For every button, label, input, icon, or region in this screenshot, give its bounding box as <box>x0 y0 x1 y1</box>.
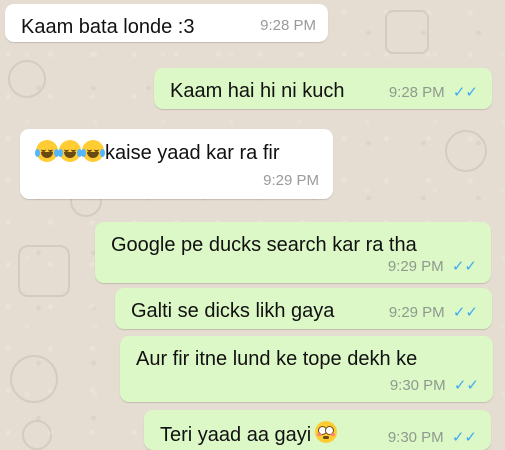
message-time: 9:30 PM <box>389 377 446 394</box>
outgoing-message-bubble[interactable]: Teri yaad aa gayi 9:30 PM ✓✓ <box>144 410 491 450</box>
read-receipt-double-tick-icon: ✓✓ <box>452 84 478 101</box>
message-time: 9:28 PM <box>260 17 316 34</box>
wallpaper-doodle-icon <box>18 245 70 297</box>
message-time: 9:29 PM <box>387 258 444 275</box>
message-text: Google pe ducks search kar ra tha <box>111 234 417 256</box>
message-text: kaise yaad kar ra fir <box>105 142 280 164</box>
read-receipt-double-tick-icon: ✓✓ <box>452 304 478 321</box>
message-time: 9:28 PM <box>388 84 445 101</box>
message-text: Teri yaad aa gayi <box>160 424 312 446</box>
message-meta: 9:28 PM ✓✓ <box>389 84 478 101</box>
face-with-tears-of-joy-icon <box>58 140 82 162</box>
incoming-message-bubble[interactable]: Kaam bata londe :3 9:28 PM <box>5 4 328 42</box>
message-time: 9:29 PM <box>388 304 445 321</box>
message-meta: 9:30 PM ✓✓ <box>390 377 479 394</box>
message-time: 9:30 PM <box>387 429 444 446</box>
message-meta: 9:29 PM ✓✓ <box>389 304 478 321</box>
outgoing-message-bubble[interactable]: Galti se dicks likh gaya 9:29 PM ✓✓ <box>115 288 492 329</box>
wallpaper-doodle-icon <box>8 60 46 98</box>
face-with-tears-of-joy-icon <box>81 140 105 162</box>
flushed-face-icon <box>315 421 338 443</box>
wallpaper-doodle-icon <box>22 420 52 450</box>
outgoing-message-bubble[interactable]: Aur fir itne lund ke tope dekh ke 9:30 P… <box>120 336 493 402</box>
outgoing-message-bubble[interactable]: Google pe ducks search kar ra tha 9:29 P… <box>95 222 491 283</box>
read-receipt-double-tick-icon: ✓✓ <box>451 258 477 275</box>
message-meta: 9:30 PM ✓✓ <box>388 429 477 446</box>
message-time: 9:29 PM <box>263 172 319 189</box>
message-content: kaise yaad kar ra fir <box>35 140 317 165</box>
message-text: Aur fir itne lund ke tope dekh ke <box>136 348 418 370</box>
message-meta: 9:29 PM <box>263 172 319 189</box>
wallpaper-doodle-icon <box>10 355 58 403</box>
incoming-message-bubble[interactable]: kaise yaad kar ra fir 9:29 PM <box>20 129 333 199</box>
message-meta: 9:29 PM ✓✓ <box>388 258 477 275</box>
message-meta: 9:28 PM <box>260 17 316 34</box>
read-receipt-double-tick-icon: ✓✓ <box>451 429 477 446</box>
read-receipt-double-tick-icon: ✓✓ <box>453 377 479 394</box>
outgoing-message-bubble[interactable]: Kaam hai hi ni kuch 9:28 PM ✓✓ <box>154 68 492 109</box>
wallpaper-doodle-icon <box>445 130 487 172</box>
face-with-tears-of-joy-icon <box>35 140 59 162</box>
wallpaper-doodle-icon <box>385 10 429 54</box>
